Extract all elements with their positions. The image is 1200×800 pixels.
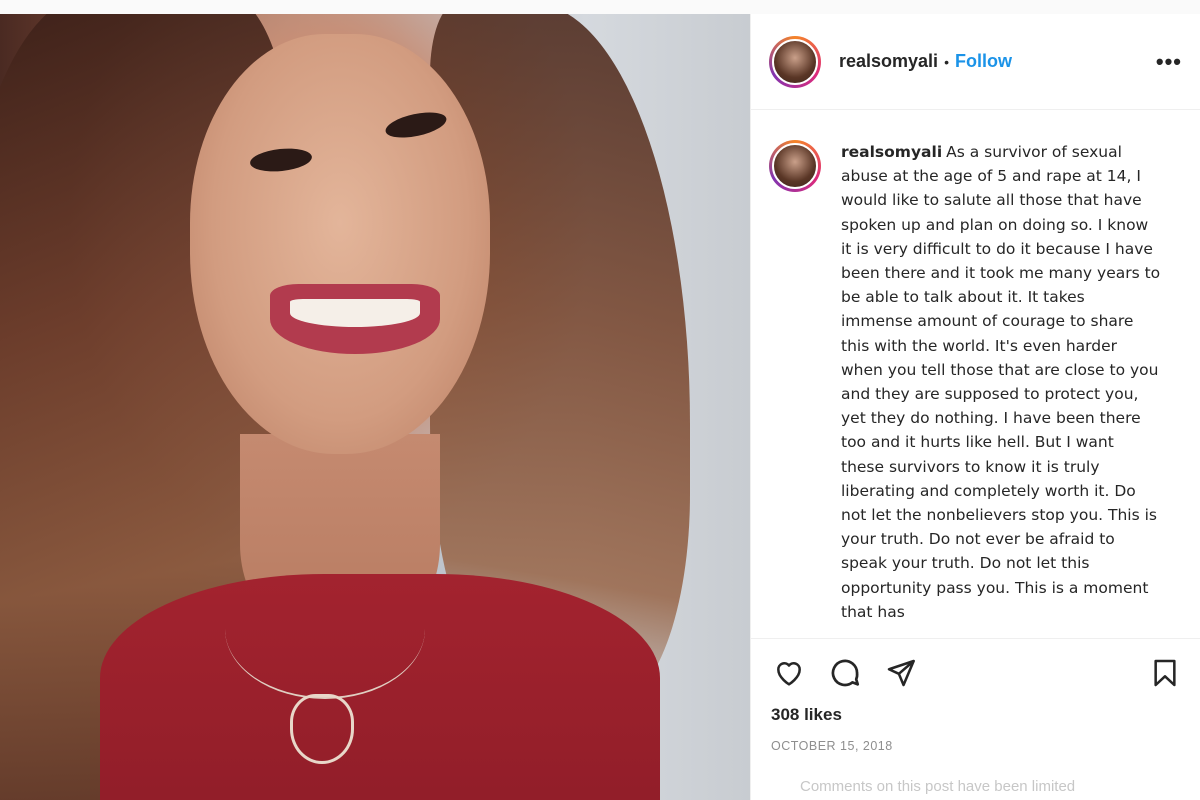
separator-dot: • xyxy=(944,53,949,70)
caption-text: realsomyali As a survivor of sexual abuse… xyxy=(841,140,1161,638)
post-header: realsomyali • Follow ••• xyxy=(751,14,1200,110)
post-actions: 308 likes OCTOBER 15, 2018 xyxy=(751,638,1200,800)
likes-count[interactable]: 308 likes xyxy=(771,705,1183,725)
post-date[interactable]: OCTOBER 15, 2018 xyxy=(771,739,1183,753)
avatar[interactable] xyxy=(769,35,821,88)
post-photo[interactable] xyxy=(0,14,750,800)
comment-icon[interactable] xyxy=(827,655,863,691)
caption-section[interactable]: realsomyali As a survivor of sexual abuse… xyxy=(751,110,1200,638)
post-username[interactable]: realsomyali xyxy=(839,51,938,72)
follow-button[interactable]: Follow xyxy=(955,51,1012,72)
action-icon-row xyxy=(771,655,1183,691)
bookmark-icon[interactable] xyxy=(1147,655,1183,691)
comments-limited-notice: Comments on this post have been limited xyxy=(800,778,1076,795)
caption-username[interactable]: realsomyali xyxy=(841,143,942,161)
heart-icon[interactable] xyxy=(771,655,807,691)
caption-body: As a survivor of sexual abuse at the age… xyxy=(841,143,1161,621)
caption-avatar[interactable] xyxy=(769,140,821,192)
more-options-icon[interactable]: ••• xyxy=(1156,49,1182,75)
post-side-panel: realsomyali • Follow ••• realsomyali As a… xyxy=(750,14,1200,800)
share-icon[interactable] xyxy=(883,655,919,691)
instagram-post-view: realsomyali • Follow ••• realsomyali As a… xyxy=(0,0,1200,800)
